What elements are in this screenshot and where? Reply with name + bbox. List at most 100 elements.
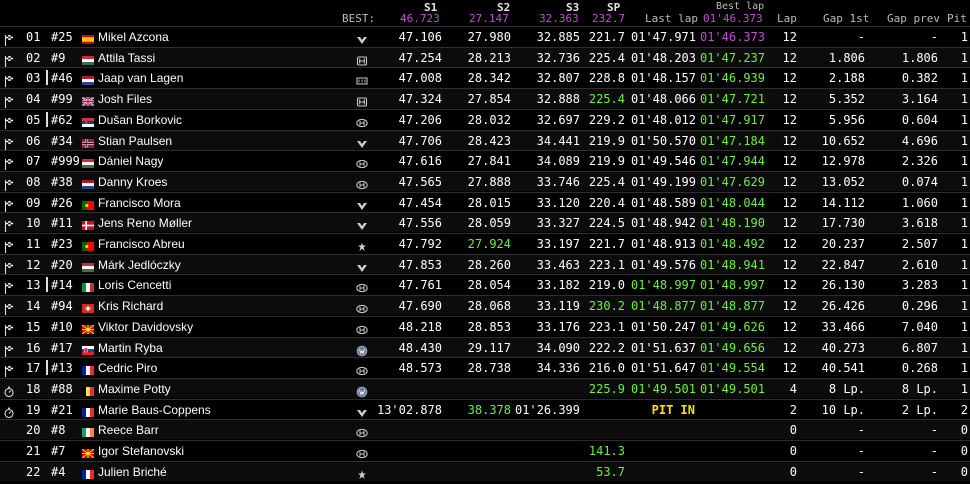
pit-stops: 1 xyxy=(960,216,968,231)
table-row[interactable]: 02 #9 Attila Tassi 47.254 28.213 32.736 225.4 0… xyxy=(0,46,970,67)
table-row[interactable]: 13 #14 Loris Cencetti 47.761 28.054 33.182 219… xyxy=(0,274,970,295)
gap-1st: 8 Lp. xyxy=(828,381,865,396)
last-lap: 01'48.942 xyxy=(630,216,696,231)
speed: 219.9 xyxy=(588,154,625,169)
table-row[interactable]: 03 #46 Jaap van Lagen 47.008 28.342 32.807 228… xyxy=(0,67,970,88)
speed: 53.7 xyxy=(596,464,625,479)
table-row[interactable]: 19 #21 Marie Baus-Coppens 13'02.878 38.378 01… xyxy=(0,398,970,419)
car-number: #34 xyxy=(51,133,73,148)
car-number: #99 xyxy=(51,92,73,107)
table-row[interactable]: 10 #11 Jens Reno Møller 47.556 28.059 33.327 2… xyxy=(0,212,970,233)
driver-name[interactable]: Attila Tassi xyxy=(98,51,155,65)
table-row[interactable]: 18 #88 Maxime Potty 225.9 01'49.501 01'49.501… xyxy=(0,377,970,398)
car-number: #14 xyxy=(51,278,73,293)
position: 22 xyxy=(26,464,41,479)
speed: 228.8 xyxy=(588,71,625,86)
driver-name[interactable]: Viktor Davidovsky xyxy=(98,320,193,334)
driver-name[interactable]: Julien Briché xyxy=(98,465,167,479)
car-number: #25 xyxy=(51,30,73,44)
last-lap: 01'49.501 xyxy=(630,381,696,396)
last-lap: 01'48.589 xyxy=(630,195,696,210)
driver-name[interactable]: Dániel Nagy xyxy=(98,154,163,168)
driver-name[interactable]: Martin Ryba xyxy=(98,341,163,355)
pit-stops: 1 xyxy=(960,381,968,396)
lap-count: 12 xyxy=(782,30,797,44)
driver-name[interactable]: Maxime Potty xyxy=(98,382,171,396)
table-row[interactable]: 15 #10 Viktor Davidovsky 48.218 28.853 33.176… xyxy=(0,315,970,336)
gap-prev: 6.807 xyxy=(901,340,938,355)
driver-name[interactable]: Francisco Abreu xyxy=(98,237,185,251)
last-lap: 01'49.576 xyxy=(630,257,696,272)
last-lap: 01'50.570 xyxy=(630,133,696,148)
table-row[interactable]: 12 #20 Márk Jedlóczky 47.853 28.260 33.463 223… xyxy=(0,253,970,274)
position: 18 xyxy=(26,381,41,396)
pit-stops: 2 xyxy=(960,402,968,417)
sector-1: 47.616 xyxy=(398,154,442,169)
driver-name[interactable]: Loris Cencetti xyxy=(98,278,171,292)
pit-stops: 1 xyxy=(960,30,968,44)
position: 03 xyxy=(26,71,41,86)
gap-prev: 0.604 xyxy=(901,112,938,127)
position: 04 xyxy=(26,92,41,107)
driver-name[interactable]: Josh Files xyxy=(98,92,152,106)
driver-name[interactable]: Igor Stefanovski xyxy=(98,444,184,458)
sector-1: 47.254 xyxy=(398,50,442,65)
table-row[interactable]: 14 #94 Kris Richard 47.690 28.068 33.119 230.2… xyxy=(0,295,970,316)
car-number: #94 xyxy=(51,299,73,314)
lap-count: 12 xyxy=(782,216,797,231)
divider xyxy=(46,111,48,127)
car-number: #4 xyxy=(51,464,66,479)
last-lap: PIT IN xyxy=(651,402,695,417)
driver-name[interactable]: Francisco Mora xyxy=(98,196,181,210)
driver-name[interactable]: Jaap van Lagen xyxy=(98,71,183,85)
sector-2: 28.015 xyxy=(467,195,511,210)
last-lap: 01'48.997 xyxy=(630,278,696,293)
sector-1: 48.218 xyxy=(398,319,442,334)
speed: 220.4 xyxy=(588,195,625,210)
table-row[interactable]: 09 #26 Francisco Mora 47.454 28.015 33.120 220… xyxy=(0,191,970,212)
sector-3: 34.441 xyxy=(536,133,580,148)
pit-stops: 1 xyxy=(960,319,968,334)
header-gap-prev: Gap prev xyxy=(887,12,940,25)
driver-name[interactable]: Reece Barr xyxy=(98,423,159,437)
sector-1: 13'02.878 xyxy=(376,402,442,417)
driver-name[interactable]: Cedric Piro xyxy=(98,361,157,375)
driver-name[interactable]: Mikel Azcona xyxy=(98,30,169,44)
table-row[interactable]: 20 #8 Reece Barr 0 - - 0 xyxy=(0,419,970,440)
driver-name[interactable]: Stian Paulsen xyxy=(98,134,172,148)
sector-3: 32.807 xyxy=(536,71,580,86)
best-lap: 01'49.626 xyxy=(699,319,765,334)
table-row[interactable]: 07 #999 Dániel Nagy 47.616 27.841 34.089 219.9… xyxy=(0,150,970,171)
sector-2: 27.924 xyxy=(467,237,511,251)
driver-name[interactable]: Jens Reno Møller xyxy=(98,216,192,230)
driver-name[interactable]: Dušan Borkovic xyxy=(98,113,182,127)
sector-3: 33.327 xyxy=(536,216,580,231)
driver-name[interactable]: Kris Richard xyxy=(98,299,163,313)
position: 15 xyxy=(26,319,41,334)
table-row[interactable]: 11 #23 Francisco Abreu 47.792 27.924 33.197 22… xyxy=(0,233,970,253)
table-row[interactable]: 04 #99 Josh Files 47.324 27.854 32.888 225.4 01… xyxy=(0,88,970,109)
table-row[interactable]: 22 #4 Julien Briché 53.7 0 - - 0 xyxy=(0,460,970,481)
lap-count: 12 xyxy=(782,361,797,376)
driver-name[interactable]: Márk Jedlóczky xyxy=(98,258,181,272)
table-row[interactable]: 05 #62 Dušan Borkovic 47.206 28.032 32.697 229… xyxy=(0,108,970,129)
driver-name[interactable]: Danny Kroes xyxy=(98,175,167,189)
sector-1: 47.853 xyxy=(398,257,442,272)
last-lap: 01'48.012 xyxy=(630,112,696,127)
table-row[interactable]: 08 #38 Danny Kroes 47.565 27.888 33.746 225.4 0… xyxy=(0,170,970,191)
driver-name[interactable]: Marie Baus-Coppens xyxy=(98,403,211,417)
table-row[interactable]: 21 #7 Igor Stefanovski 141.3 0 - - 0 xyxy=(0,440,970,460)
sector-3: 33.182 xyxy=(536,278,580,293)
position: 09 xyxy=(26,195,41,210)
pit-stops: 0 xyxy=(960,444,968,458)
table-row[interactable]: 06 #34 Stian Paulsen 47.706 28.423 34.441 219.… xyxy=(0,129,970,150)
pit-stops: 1 xyxy=(960,174,968,189)
sector-2: 38.378 xyxy=(467,402,511,417)
speed: 223.1 xyxy=(588,257,625,272)
sector-3: 32.885 xyxy=(536,30,580,44)
table-row[interactable]: 17 #13 Cedric Piro 48.573 28.738 34.336 216.0 0… xyxy=(0,357,970,378)
table-row[interactable]: 16 #17 Martin Ryba 48.430 29.117 34.090 222.2 0… xyxy=(0,336,970,357)
gap-prev: 2.610 xyxy=(901,257,938,272)
table-row[interactable]: 01 #25 Mikel Azcona 47.106 27.980 32.885 221.7… xyxy=(0,26,970,46)
divider xyxy=(46,360,48,376)
